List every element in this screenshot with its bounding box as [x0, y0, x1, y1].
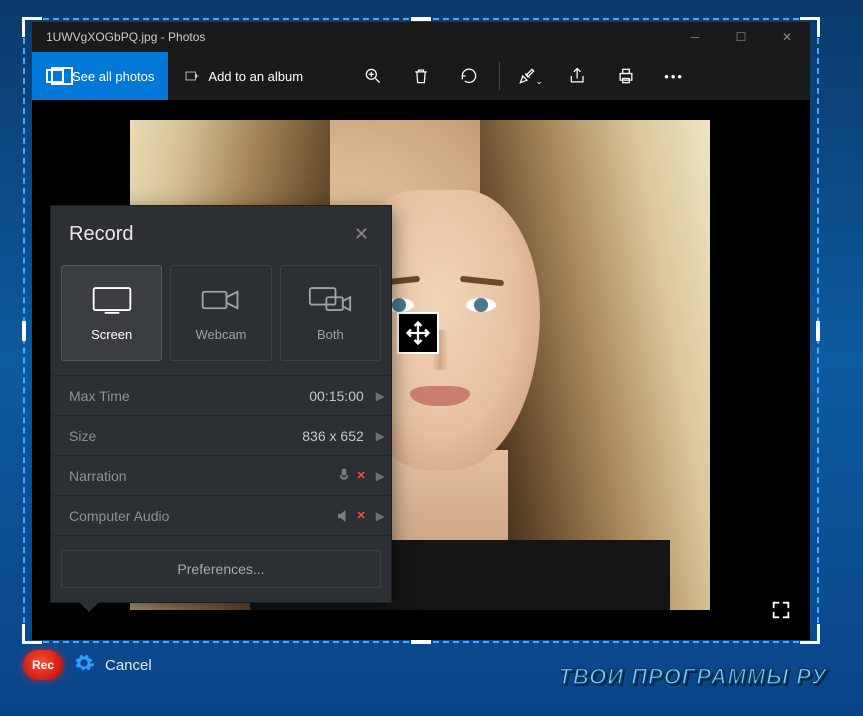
close-record-panel-button[interactable]: ✕ — [350, 220, 373, 249]
print-icon — [616, 66, 636, 86]
close-window-button[interactable]: ✕ — [764, 22, 810, 52]
watermark-text: ТВОИ ПРОГРАММЫ РУ — [558, 664, 827, 690]
microphone-icon — [335, 467, 353, 485]
share-icon — [568, 66, 588, 86]
record-button-label: Rec — [32, 658, 54, 672]
narration-status: ✕ — [335, 467, 366, 485]
cancel-button[interactable]: Cancel — [105, 657, 152, 674]
toolbar-divider — [499, 62, 500, 90]
record-panel: Record ✕ Screen Webcam Both Max Time 00:… — [50, 205, 392, 603]
max-time-value: 00:15:00 — [309, 388, 364, 404]
chevron-right-icon: ▶ — [376, 429, 385, 443]
mode-screen-label: Screen — [91, 327, 132, 342]
disabled-x-icon: ✕ — [357, 509, 366, 522]
cancel-label: Cancel — [105, 657, 152, 674]
computer-audio-row[interactable]: Computer Audio ✕ ▶ — [51, 496, 391, 536]
webcam-icon — [199, 285, 243, 315]
photos-icon — [46, 69, 64, 83]
computer-audio-status: ✕ — [335, 507, 366, 525]
album-add-icon — [184, 68, 200, 84]
see-all-photos-button[interactable]: See all photos — [32, 52, 168, 100]
size-label: Size — [69, 428, 302, 444]
share-button[interactable] — [554, 52, 602, 100]
narration-row[interactable]: Narration ✕ ▶ — [51, 456, 391, 496]
chevron-right-icon: ▶ — [376, 509, 385, 523]
zoom-in-icon — [363, 66, 383, 86]
edit-button[interactable]: ⌄ — [506, 52, 554, 100]
chevron-right-icon: ▶ — [376, 469, 385, 483]
trash-icon — [411, 66, 431, 86]
zoom-in-button[interactable] — [349, 52, 397, 100]
narration-label: Narration — [69, 468, 335, 484]
max-time-label: Max Time — [69, 388, 309, 404]
recorder-control-bar: Rec Cancel — [23, 648, 152, 682]
print-button[interactable] — [602, 52, 650, 100]
window-title: 1UWVgXOGbPQ.jpg - Photos — [46, 30, 205, 44]
record-panel-title: Record — [69, 223, 133, 246]
more-icon: ••• — [664, 69, 684, 84]
computer-audio-label: Computer Audio — [69, 508, 335, 524]
add-album-label: Add to an album — [208, 69, 303, 84]
chevron-right-icon: ▶ — [376, 389, 385, 403]
mode-webcam-label: Webcam — [195, 327, 246, 342]
fullscreen-icon — [770, 599, 792, 621]
size-row[interactable]: Size 836 x 652 ▶ — [51, 416, 391, 456]
mode-screen-button[interactable]: Screen — [61, 265, 162, 361]
gear-icon — [73, 652, 95, 674]
max-time-row[interactable]: Max Time 00:15:00 ▶ — [51, 376, 391, 416]
photos-toolbar: See all photos Add to an album ⌄ ••• — [32, 52, 810, 100]
maximize-button[interactable]: ☐ — [718, 22, 764, 52]
recorder-settings-button[interactable] — [73, 652, 95, 679]
mode-both-button[interactable]: Both — [280, 265, 381, 361]
delete-button[interactable] — [397, 52, 445, 100]
both-icon — [308, 285, 352, 315]
preferences-button[interactable]: Preferences... — [61, 550, 381, 588]
more-button[interactable]: ••• — [650, 52, 698, 100]
rotate-button[interactable] — [445, 52, 493, 100]
record-button[interactable]: Rec — [23, 650, 63, 680]
mode-webcam-button[interactable]: Webcam — [170, 265, 271, 361]
edit-icon — [517, 66, 537, 86]
size-value: 836 x 652 — [302, 428, 364, 444]
move-capture-handle[interactable] — [397, 312, 439, 354]
preferences-label: Preferences... — [177, 561, 264, 577]
add-to-album-button[interactable]: Add to an album — [168, 68, 319, 84]
speaker-icon — [335, 507, 353, 525]
window-titlebar: 1UWVgXOGbPQ.jpg - Photos ─ ☐ ✕ — [32, 22, 810, 52]
screen-icon — [90, 285, 134, 315]
disabled-x-icon: ✕ — [357, 469, 366, 482]
minimize-button[interactable]: ─ — [672, 22, 718, 52]
see-all-label: See all photos — [72, 69, 154, 84]
move-icon — [404, 319, 432, 347]
mode-both-label: Both — [317, 327, 344, 342]
rotate-icon — [459, 66, 479, 86]
fullscreen-button[interactable] — [770, 599, 792, 626]
